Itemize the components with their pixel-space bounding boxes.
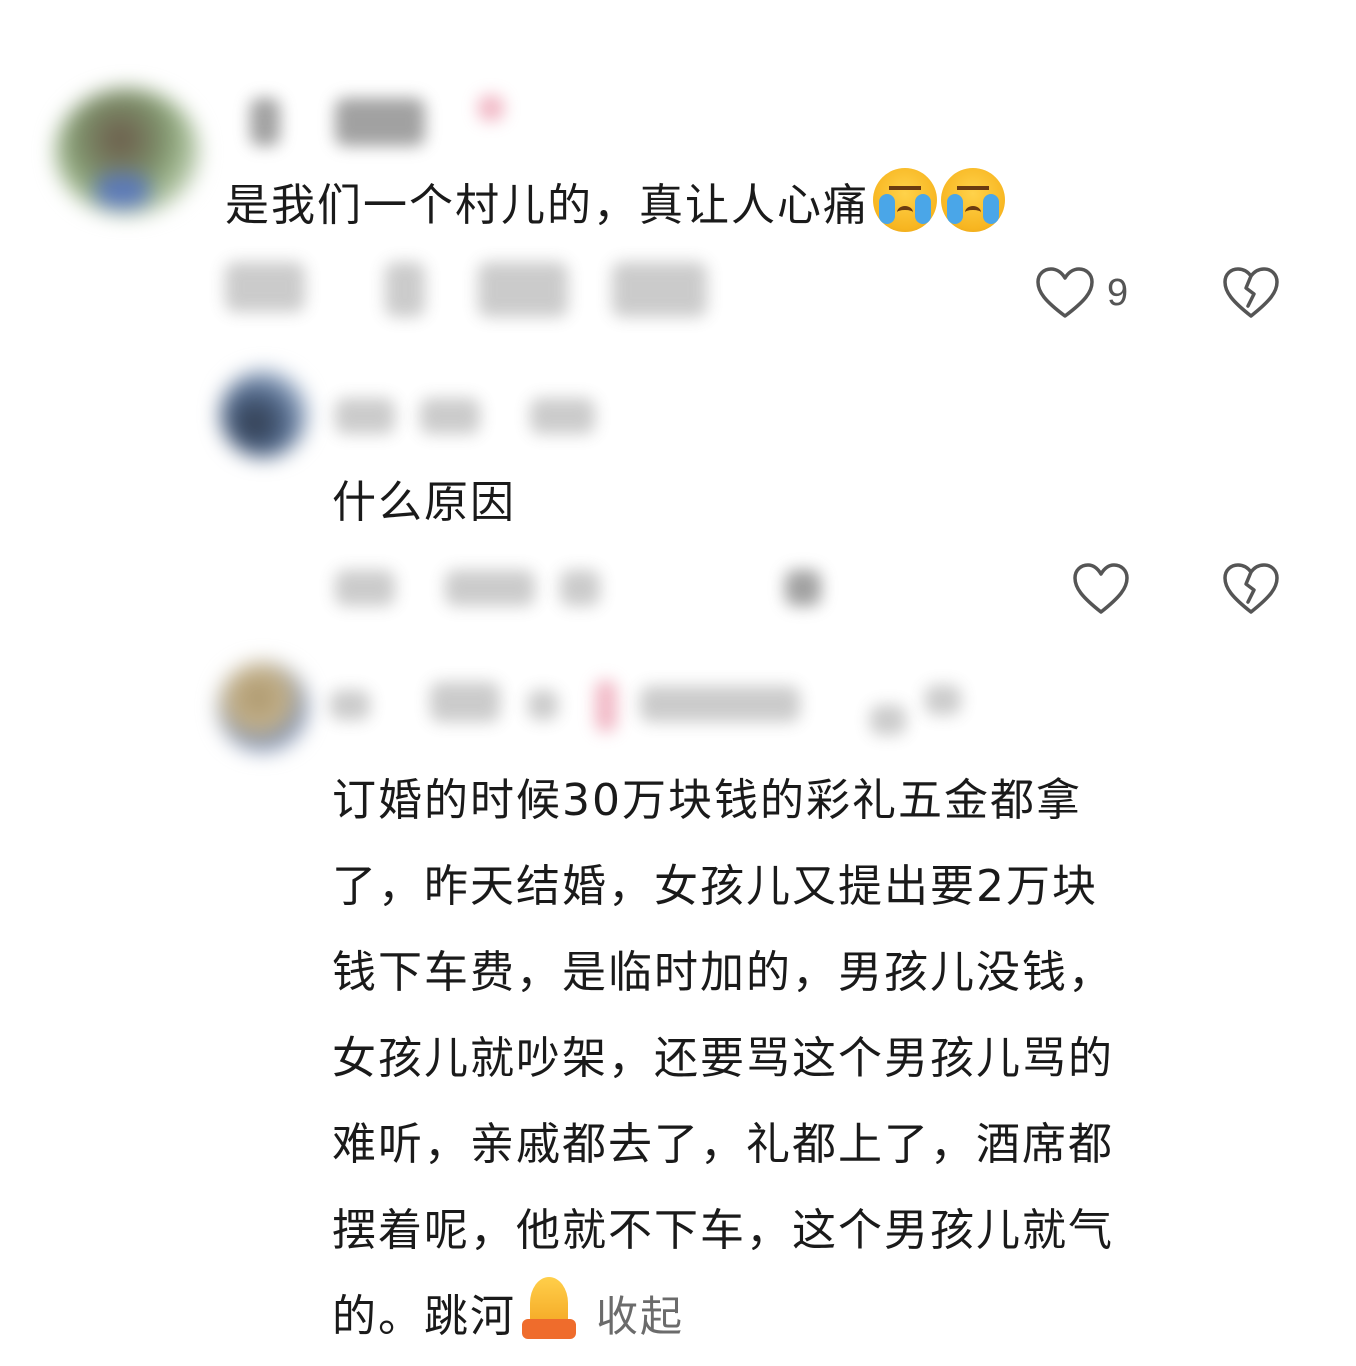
username-blurred[interactable] — [250, 98, 280, 146]
avatar[interactable] — [55, 88, 200, 216]
avatar[interactable] — [220, 370, 308, 458]
comment-text-body: 是我们一个村儿的，真让人心痛 — [225, 180, 869, 231]
username-blurred[interactable] — [870, 705, 906, 735]
like-button[interactable]: 9 — [1035, 266, 1128, 320]
username-blurred[interactable] — [335, 98, 425, 146]
loudly-crying-face-icon — [873, 168, 937, 232]
username-blurred[interactable] — [335, 398, 395, 434]
username-blurred[interactable] — [530, 398, 595, 434]
username-blurred[interactable] — [925, 685, 961, 715]
user-badge-icon — [478, 95, 504, 121]
comment-text: 是我们一个村儿的，真让人心痛 — [225, 163, 1005, 249]
comment-text: 什么原因 — [332, 477, 516, 528]
folded-hands-icon — [516, 1275, 582, 1341]
like-count: 9 — [1107, 271, 1129, 314]
comment-meta-blurred — [560, 570, 600, 606]
reply-button-blurred[interactable] — [612, 262, 707, 317]
comment-meta-blurred — [478, 262, 568, 317]
comment-meta-blurred — [225, 262, 305, 312]
loudly-crying-face-icon — [941, 168, 1005, 232]
user-badge-icon — [595, 680, 617, 732]
username-blurred[interactable] — [640, 686, 800, 722]
username-blurred[interactable] — [330, 690, 370, 720]
comment-text-body: 订婚的时候30万块钱的彩礼五金都拿 了，昨天结婚，女孩儿又提出要2万块 钱下车费… — [332, 775, 1114, 1342]
dislike-button[interactable] — [1222, 266, 1280, 320]
dislike-button[interactable] — [1222, 562, 1280, 616]
heart-icon — [1073, 563, 1129, 614]
like-button[interactable] — [1072, 562, 1130, 616]
heart-icon — [1036, 267, 1094, 318]
broken-heart-icon — [1223, 267, 1279, 318]
username-blurred[interactable] — [420, 398, 480, 434]
comment-meta-blurred — [445, 570, 535, 606]
broken-heart-icon — [1223, 563, 1279, 614]
username-blurred[interactable] — [528, 690, 558, 720]
comment-meta-blurred — [385, 262, 425, 317]
collapse-link[interactable]: 收起 — [596, 1292, 684, 1341]
avatar[interactable] — [218, 662, 308, 752]
username-blurred[interactable] — [430, 682, 500, 722]
comment-meta-blurred — [335, 570, 395, 606]
reply-button-blurred[interactable] — [785, 570, 821, 606]
comment-text: 订婚的时候30万块钱的彩礼五金都拿 了，昨天结婚，女孩儿又提出要2万块 钱下车费… — [332, 758, 1322, 1360]
